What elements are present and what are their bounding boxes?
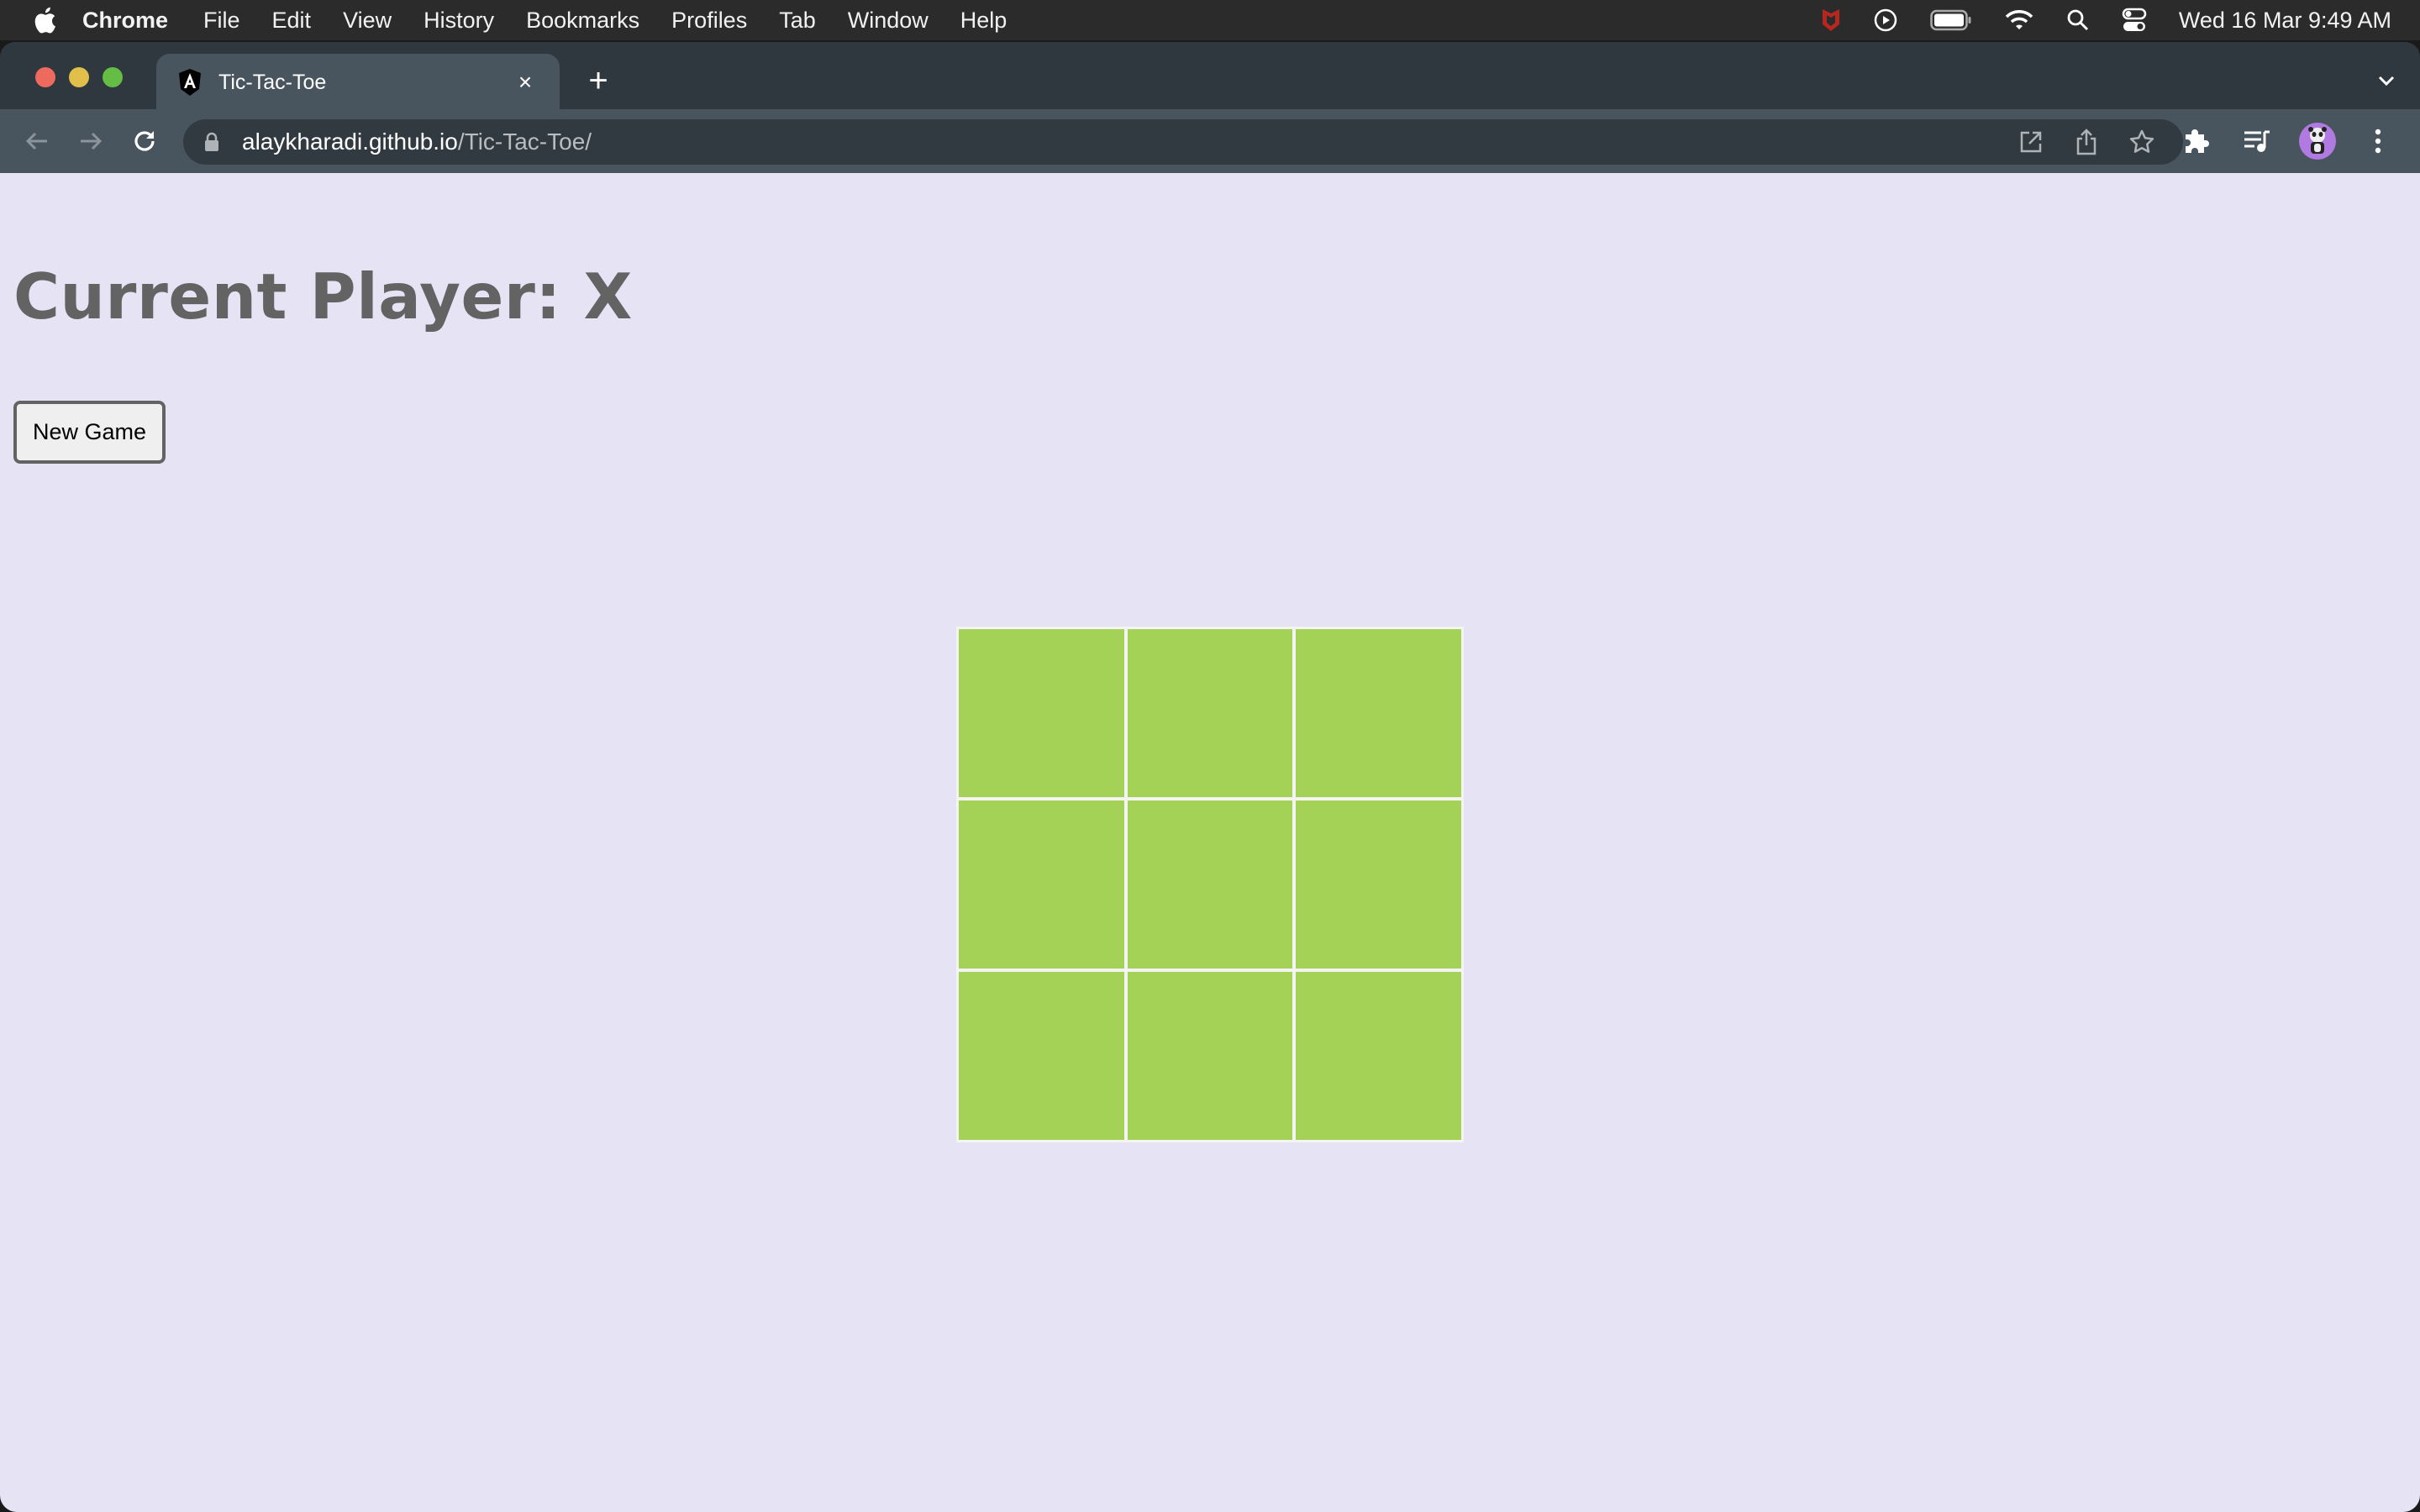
toolbar-right bbox=[2181, 109, 2420, 173]
menu-bookmarks[interactable]: Bookmarks bbox=[526, 8, 639, 34]
current-player-heading: Current Player: X bbox=[13, 260, 633, 333]
tab-tic-tac-toe[interactable]: Tic-Tac-Toe × bbox=[156, 54, 560, 111]
menu-tab[interactable]: Tab bbox=[779, 8, 816, 34]
url-path: /Tic-Tac-Toe/ bbox=[457, 129, 592, 155]
status-area: Wed 16 Mar 9:49 AM bbox=[1821, 0, 2420, 40]
apple-menu-icon[interactable] bbox=[32, 6, 57, 34]
tab-search-chevron-icon[interactable] bbox=[2375, 69, 2398, 92]
open-in-new-icon[interactable] bbox=[2017, 128, 2045, 156]
menu-view[interactable]: View bbox=[343, 8, 392, 34]
menu-app-chrome[interactable]: Chrome bbox=[82, 8, 168, 34]
game-board bbox=[956, 627, 1464, 1142]
board-cell-1[interactable] bbox=[1127, 629, 1293, 797]
spotlight-search-icon[interactable] bbox=[2066, 8, 2090, 32]
profile-avatar[interactable] bbox=[2299, 123, 2336, 160]
board-cell-0[interactable] bbox=[959, 629, 1124, 797]
macos-menu-bar: Chrome File Edit View History Bookmarks … bbox=[0, 0, 2420, 40]
mcafee-shield-icon[interactable] bbox=[1821, 8, 1841, 33]
window-minimize-button[interactable] bbox=[69, 67, 89, 87]
omnibox-actions bbox=[2017, 119, 2183, 165]
window-close-button[interactable] bbox=[35, 67, 55, 87]
menu-profiles[interactable]: Profiles bbox=[671, 8, 747, 34]
back-arrow-icon[interactable] bbox=[22, 126, 52, 156]
url-host: alaykharadi.github.io bbox=[242, 129, 458, 155]
board-cell-8[interactable] bbox=[1296, 972, 1461, 1140]
menubar-clock[interactable]: Wed 16 Mar 9:49 AM bbox=[2179, 8, 2391, 34]
window-fullscreen-button[interactable] bbox=[103, 67, 123, 87]
forward-arrow-icon[interactable] bbox=[76, 126, 106, 156]
wifi-icon[interactable] bbox=[2004, 8, 2034, 32]
menu-edit[interactable]: Edit bbox=[272, 8, 312, 34]
board-cell-4[interactable] bbox=[1127, 801, 1293, 969]
menu-history[interactable]: History bbox=[424, 8, 494, 34]
board-cell-7[interactable] bbox=[1127, 972, 1293, 1140]
page-viewport: Current Player: X New Game bbox=[0, 173, 2420, 1512]
browser-toolbar: alaykharadi.github.io/Tic-Tac-Toe/ bbox=[0, 109, 2420, 173]
board-cell-2[interactable] bbox=[1296, 629, 1461, 797]
media-queue-icon[interactable] bbox=[2240, 124, 2274, 158]
lock-icon[interactable] bbox=[203, 132, 220, 152]
battery-icon[interactable] bbox=[1930, 9, 1972, 31]
tab-strip: Tic-Tac-Toe × + bbox=[0, 42, 2420, 111]
play-circle-icon[interactable] bbox=[1873, 8, 1898, 33]
browser-window: Tic-Tac-Toe × + alaykharadi.github.io/Ti… bbox=[0, 42, 2420, 1512]
menu-kebab-icon[interactable] bbox=[2361, 124, 2395, 158]
angular-icon bbox=[178, 68, 202, 97]
tab-close-icon[interactable]: × bbox=[514, 69, 536, 96]
address-bar[interactable]: alaykharadi.github.io/Tic-Tac-Toe/ bbox=[183, 119, 2183, 165]
url-text[interactable]: alaykharadi.github.io/Tic-Tac-Toe/ bbox=[242, 129, 592, 155]
menu-help[interactable]: Help bbox=[960, 8, 1007, 34]
menu-window[interactable]: Window bbox=[848, 8, 929, 34]
share-icon[interactable] bbox=[2072, 128, 2101, 156]
reload-icon[interactable] bbox=[129, 126, 160, 156]
menu-file[interactable]: File bbox=[203, 8, 240, 34]
extensions-icon[interactable] bbox=[2181, 124, 2215, 158]
new-game-button[interactable]: New Game bbox=[13, 401, 166, 464]
control-center-icon[interactable] bbox=[2122, 8, 2147, 33]
board-cell-3[interactable] bbox=[959, 801, 1124, 969]
board-cell-5[interactable] bbox=[1296, 801, 1461, 969]
board-cell-6[interactable] bbox=[959, 972, 1124, 1140]
new-tab-button[interactable]: + bbox=[581, 64, 615, 97]
bookmark-star-icon[interactable] bbox=[2128, 128, 2156, 156]
tab-title: Tic-Tac-Toe bbox=[218, 70, 327, 94]
